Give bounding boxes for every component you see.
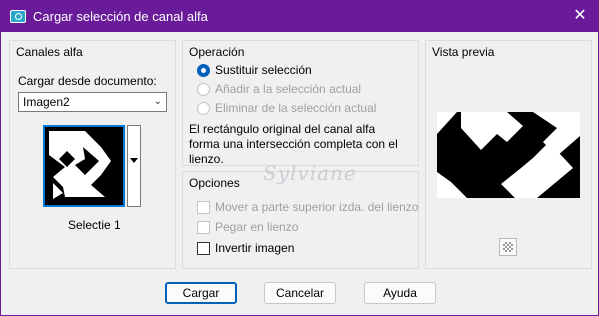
channel-thumbnail-image [45,127,123,205]
document-select[interactable]: Imagen2 ⌄ [18,92,167,112]
preview-title: Vista previa [432,45,495,59]
chevron-down-icon: ⌄ [153,96,162,107]
thumbnail-dropdown-button[interactable] [127,125,141,207]
preview-image [437,112,580,198]
radio-add-to-selection[interactable]: Añadir a la selección actual [197,82,361,96]
radio-add-label: Añadir a la selección actual [215,82,362,96]
dialog-window: Cargar selección de canal alfa ✕ Canales… [0,0,599,316]
load-from-document-label: Cargar desde documento: [18,74,157,88]
checkbox-icon [197,241,210,255]
preview-shape [437,112,580,198]
radio-button-icon [197,82,210,96]
options-title: Opciones [189,176,240,190]
help-button[interactable]: Ayuda [364,282,436,304]
checkbox-invert-label: Invertir imagen [215,241,295,255]
checkbox-icon [197,200,210,214]
transparency-checkerboard-icon[interactable] [499,238,517,256]
checkbox-move-label: Mover a parte superior izda. del lienzo [215,200,419,214]
checkbox-move-top-left[interactable]: Mover a parte superior izda. del lienzo [197,200,418,214]
window-title: Cargar selección de canal alfa [33,9,208,24]
radio-remove-from-selection[interactable]: Eliminar de la selección actual [197,101,376,115]
checkbox-invert-image[interactable]: Invertir imagen [197,241,294,255]
channel-thumbnail[interactable] [43,125,125,207]
radio-button-checked-icon [197,63,210,77]
caret-down-icon [130,158,138,163]
radio-remove-label: Eliminar de la selección actual [215,101,377,115]
radio-replace-label: Sustituir selección [215,63,312,77]
checkbox-paste-canvas[interactable]: Pegar en lienzo [197,220,298,234]
operation-title: Operación [189,45,245,59]
watermark-logo: Sylviane [263,161,357,185]
radio-button-icon [197,101,210,115]
checkbox-icon [197,220,210,234]
title-bar: Cargar selección de canal alfa ✕ [1,1,598,32]
load-button[interactable]: Cargar [165,282,237,304]
alpha-channels-title: Canales alfa [16,45,83,59]
close-button[interactable]: ✕ [568,5,592,27]
camera-icon [10,10,26,23]
selection-name-label: Selectie 1 [68,218,121,232]
radio-replace-selection[interactable]: Sustituir selección [197,63,312,77]
cancel-button[interactable]: Cancelar [264,282,336,304]
document-select-value: Imagen2 [23,95,70,109]
checkbox-paste-label: Pegar en lienzo [215,220,299,234]
